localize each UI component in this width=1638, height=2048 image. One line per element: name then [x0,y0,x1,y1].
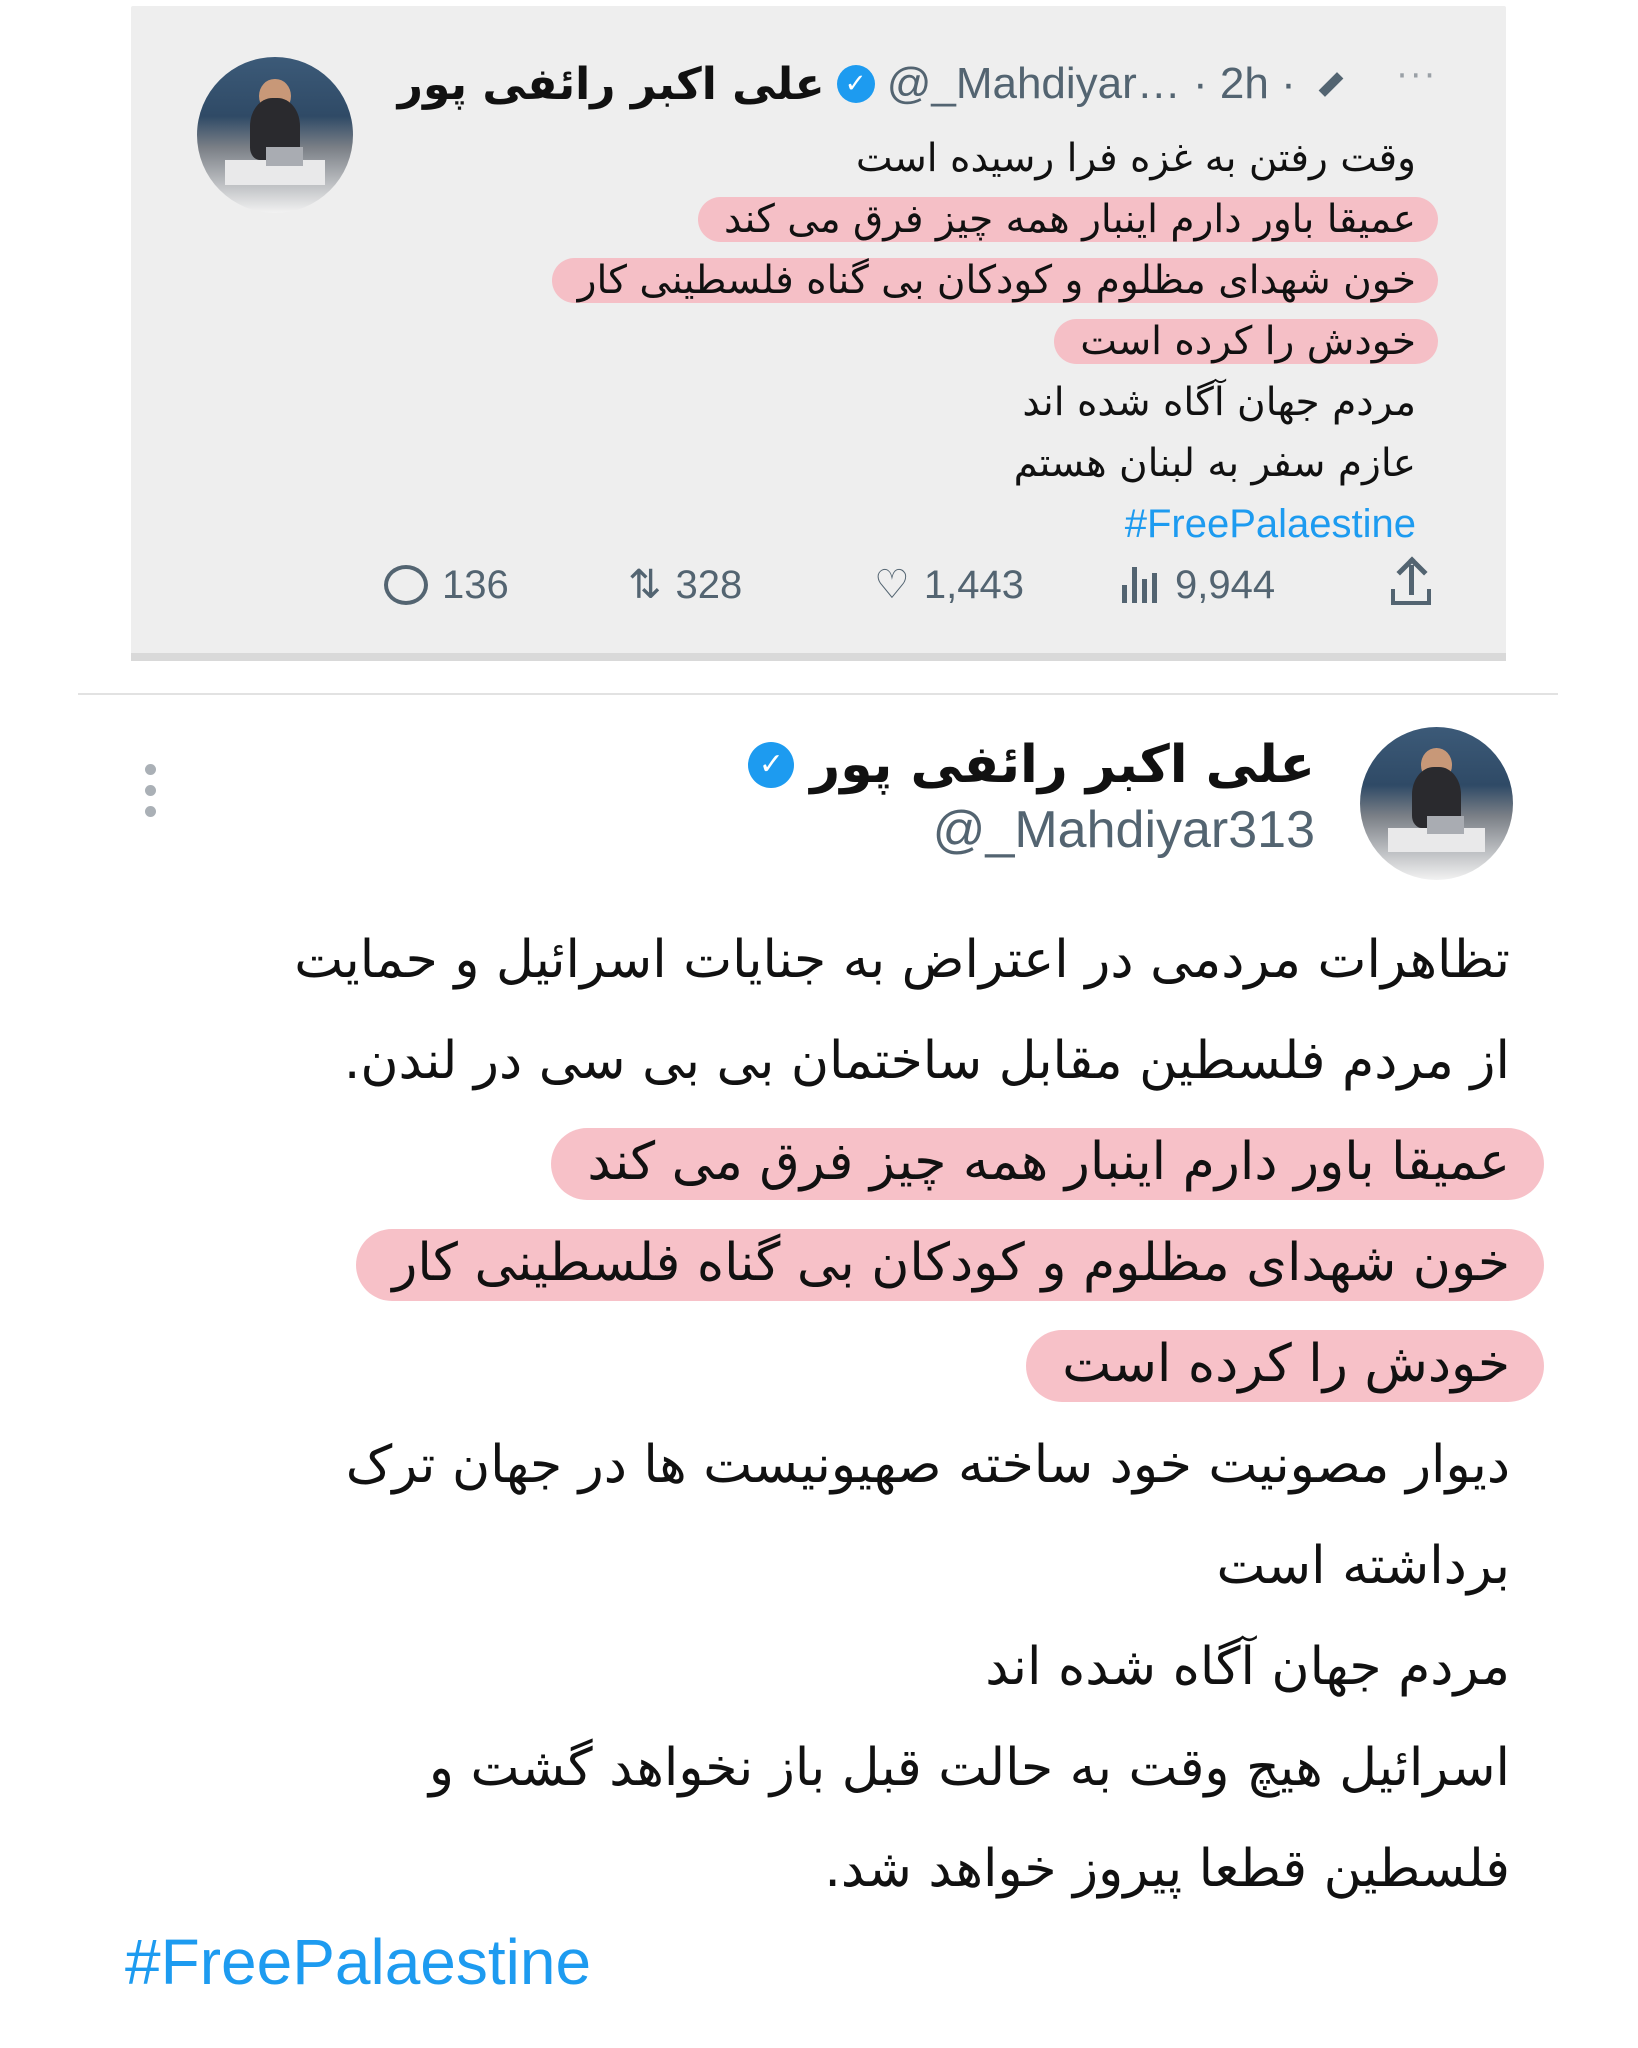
bottom-tweet-author-name[interactable]: علی اکبر رائفی پور [810,735,1315,795]
tweet-line-text: وقت رفتن به غزه فرا رسیده است [855,136,1416,181]
top-tweet-body: وقت رفتن به غزه فرا رسیده است عمیقا باور… [516,128,1438,555]
retweet-icon: ⇅ [628,562,662,608]
tweet-line-text: مردم جهان آگاه شده اند [985,1637,1510,1697]
more-dots-icon[interactable] [145,764,159,820]
heart-icon: ♡ [874,562,910,608]
bottom-tweet-body: تظاهرات مردمی در اعتراض به جنایات اسرائی… [90,910,1544,1920]
tweet-line: خودش را کرده است [90,1314,1544,1415]
avatar-laptop-shape [265,147,304,167]
tweet-line-text: مردم جهان آگاه شده اند [1022,380,1416,425]
highlighted-line-text: خودش را کرده است [1026,1330,1544,1402]
bottom-tweet-name-row: ✓ علی اکبر رائفی پور [736,730,1315,800]
tweet-line: عمیقا باور دارم اینبار همه چیز فرق می کن… [90,1112,1544,1213]
highlighted-line-text: عمیقا باور دارم اینبار همه چیز فرق می کن… [698,197,1438,242]
hashtag-link[interactable]: #FreePalaestine [1125,502,1416,546]
top-tweet-actions: 136 ⇅ 328 ♡ 1,443 9,944 [378,555,1438,615]
tweet-line: مردم جهان آگاه شده اند [516,372,1416,433]
highlighted-line-text: عمیقا باور دارم اینبار همه چیز فرق می کن… [551,1128,1544,1200]
card-bottom-edge [131,653,1506,661]
tweet-line-text: عازم سفر به لبنان هستم [1013,441,1416,486]
tweet-line: برداشته است [90,1516,1510,1617]
verified-badge-icon: ✓ [836,65,875,103]
tweet-line: #FreePalaestine [516,494,1416,555]
top-tweet-handle[interactable]: @_Mahdiyar… [887,59,1181,108]
tweet-line: وقت رفتن به غزه فرا رسیده است [516,128,1416,189]
tweet-line: عازم سفر به لبنان هستم [516,433,1416,494]
tweet-line: فلسطین قطعا پیروز خواهد شد. [90,1819,1510,1920]
tweet-line: خون شهدای مظلوم و کودکان بی گناه فلسطینی… [90,1213,1544,1314]
views-button[interactable]: 9,944 [1122,555,1275,615]
tweet-line-text: اسرائیل هیچ وقت به حالت قبل باز نخواهد گ… [428,1738,1510,1798]
tweet-line-text: دیوار مصونیت خود ساخته صهیونیست ها در جه… [345,1435,1510,1495]
hashtag-link[interactable]: #FreePalaestine [125,1925,591,1999]
avatar-laptop-shape [1427,815,1465,835]
tweet-line-text: تظاهرات مردمی در اعتراض به جنایات اسرائی… [294,930,1510,990]
retweet-count: 328 [675,562,743,607]
tweet-line: خون شهدای مظلوم و کودکان بی گناه فلسطینی… [516,250,1438,311]
reply-bubble-icon [384,565,428,605]
tweet-line: خودش را کرده است [516,311,1438,372]
highlighted-line-text: خون شهدای مظلوم و کودکان بی گناه فلسطینی… [356,1229,1544,1301]
section-divider [78,693,1558,695]
more-dots-icon[interactable]: ··· [1397,56,1438,96]
reply-count: 136 [442,562,509,607]
verified-badge-icon: ✓ [748,742,795,788]
views-count: 9,944 [1175,562,1276,607]
tweet-line-text: از مردم فلسطین مقابل ساختمان بی بی سی در… [343,1031,1510,1091]
tweet-line-text: فلسطین قطعا پیروز خواهد شد. [824,1839,1510,1899]
highlighted-line-text: خون شهدای مظلوم و کودکان بی گناه فلسطینی… [551,258,1438,303]
like-count: 1,443 [923,562,1024,607]
highlighted-line-text: خودش را کرده است [1054,319,1438,364]
tweet-line: اسرائیل هیچ وقت به حالت قبل باز نخواهد گ… [90,1718,1510,1819]
tweet-line-text: برداشته است [1216,1536,1510,1596]
tweet-line: دیوار مصونیت خود ساخته صهیونیست ها در جه… [90,1415,1510,1516]
bar-chart-icon [1122,567,1157,603]
retweet-button[interactable]: ⇅ 328 [628,555,742,615]
top-tweet-avatar[interactable] [197,57,353,213]
top-tweet-header: علی اکبر رائفی پور ✓ @_Mahdiyar… · 2h · … [378,54,1438,114]
tweet-line: از مردم فلسطین مقابل ساختمان بی بی سی در… [90,1011,1510,1112]
tweet-line: تظاهرات مردمی در اعتراض به جنایات اسرائی… [90,910,1510,1011]
meta-separator: · [1281,59,1296,108]
tweet-line: عمیقا باور دارم اینبار همه چیز فرق می کن… [516,189,1438,250]
top-tweet-meta: @_Mahdiyar… · 2h · [887,59,1348,109]
edit-pencil-icon [1314,70,1342,98]
top-tweet-time[interactable]: 2h [1220,59,1269,108]
top-tweet-author-name[interactable]: علی اکبر رائفی پور [398,59,825,110]
bottom-tweet-avatar[interactable] [1360,727,1513,880]
share-icon[interactable] [1388,556,1438,609]
reply-button[interactable]: 136 [384,555,509,615]
like-button[interactable]: ♡ 1,443 [874,555,1024,615]
bottom-tweet-handle[interactable]: @_Mahdiyar313 [933,800,1315,860]
meta-separator: · [1193,59,1208,108]
tweet-line: مردم جهان آگاه شده اند [90,1617,1510,1718]
